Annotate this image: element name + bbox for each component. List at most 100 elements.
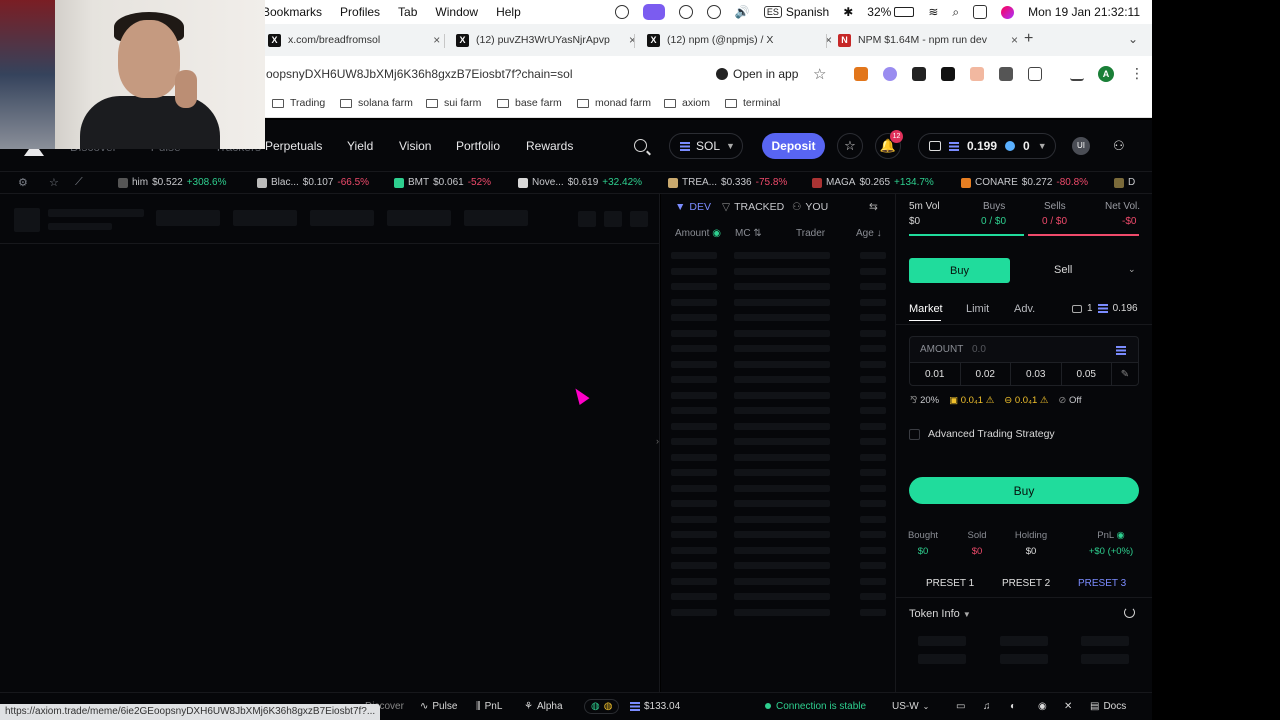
bookmark-monad-farm[interactable]: monad farm: [577, 97, 651, 109]
preset-amount-button[interactable]: 0.02: [961, 363, 1011, 385]
column-amount[interactable]: Amount ◉: [675, 228, 721, 239]
menu-window[interactable]: Window: [435, 5, 478, 19]
stat-pnl-label[interactable]: PnL ◉: [1076, 530, 1146, 541]
ticker-item[interactable]: him $0.522 +308.6%: [118, 177, 226, 188]
battery[interactable]: 32%: [867, 5, 915, 19]
preset-amount-button[interactable]: 0.05: [1062, 363, 1112, 385]
preset-tab-1[interactable]: PRESET 1: [926, 578, 974, 589]
deposit-button[interactable]: Deposit: [762, 133, 825, 159]
menu-profiles[interactable]: Profiles: [340, 5, 380, 19]
ticker-item[interactable]: MAGA $0.265 +134.7%: [812, 177, 934, 188]
chart-panel[interactable]: [0, 194, 660, 692]
user-avatar[interactable]: UI: [1072, 137, 1090, 155]
nav-portfolio[interactable]: Portfolio: [456, 139, 500, 153]
advanced-strategy-toggle[interactable]: Advanced Trading Strategy: [909, 428, 1055, 440]
extension-icon[interactable]: [999, 67, 1013, 81]
footer-pulse[interactable]: ∿ Pulse: [420, 701, 457, 712]
clock[interactable]: Mon 19 Jan 21:32:11: [1028, 5, 1140, 19]
x-social-icon[interactable]: ✕: [1064, 701, 1072, 712]
settings-gear-icon[interactable]: ⚙: [18, 176, 28, 189]
amount-input-box[interactable]: AMOUNT 0.0: [909, 336, 1139, 362]
siri-icon[interactable]: [1001, 5, 1015, 19]
bookmark-solana-farm[interactable]: solana farm: [340, 97, 413, 109]
layout-icon[interactable]: ▭: [956, 701, 965, 712]
extension-icon[interactable]: [970, 67, 984, 81]
tab-search-chevron-icon[interactable]: ⌄: [1128, 32, 1138, 46]
footer-quick-actions[interactable]: ◍ ◍: [584, 699, 620, 714]
checkbox[interactable]: [909, 428, 920, 440]
discord-icon[interactable]: ◉: [1038, 701, 1047, 712]
buy-button[interactable]: Buy: [909, 477, 1139, 504]
trending-chart-icon[interactable]: ⟋: [75, 176, 83, 189]
watchlist-star-icon[interactable]: ☆: [49, 176, 59, 189]
order-tab-limit[interactable]: Limit: [966, 303, 989, 315]
column-mc[interactable]: MC ⇅: [735, 228, 762, 239]
footer-alpha[interactable]: ⚘ Alpha: [524, 701, 563, 712]
nav-rewards[interactable]: Rewards: [526, 139, 573, 153]
address-input[interactable]: oopsnyDXH6UW8JbXMj6K36h8gxzB7Eiosbt7f?ch…: [266, 67, 573, 81]
preset-amount-button[interactable]: 0.03: [1011, 363, 1062, 385]
footer-balance[interactable]: $133.04: [630, 701, 680, 712]
preset-tab-3[interactable]: PRESET 3: [1078, 578, 1126, 589]
extension-icon[interactable]: [941, 67, 955, 81]
screen-record-icon[interactable]: [642, 4, 665, 20]
token-info-toggle[interactable]: Token Info ▼: [909, 608, 971, 620]
bell-icon[interactable]: ♫: [983, 701, 991, 712]
trade-settings-row[interactable]: ⅋ 20% ▣ 0.0₄1 ⚠ ⊖ 0.0₄1 ⚠ ⊘ Off: [910, 395, 1082, 406]
nav-perpetuals[interactable]: Perpetuals: [265, 139, 322, 153]
docs-link[interactable]: ▤ Docs: [1090, 701, 1126, 712]
tab-dev[interactable]: ▼ DEV: [675, 201, 711, 213]
close-icon[interactable]: ×: [433, 33, 440, 47]
metamask-extension-icon[interactable]: [854, 67, 868, 81]
ticker-item[interactable]: TREA... $0.336 -75.8%: [668, 177, 787, 188]
spotlight-icon[interactable]: ⌕: [952, 5, 959, 20]
bookmark-star-icon[interactable]: ☆: [813, 65, 826, 83]
shield-icon[interactable]: [678, 5, 693, 19]
open-in-app-button[interactable]: Open in app: [716, 64, 798, 84]
bookmark-sui-farm[interactable]: sui farm: [426, 97, 481, 109]
account-icon[interactable]: ⚇: [1113, 138, 1125, 154]
chevron-down-icon[interactable]: ⌄: [1128, 264, 1136, 275]
column-age[interactable]: Age ↓: [856, 228, 882, 239]
tab-3[interactable]: X (12) npm (@npmjs) / X ×: [647, 28, 832, 52]
info-icon[interactable]: [706, 5, 721, 19]
edit-pencil-icon[interactable]: ✎: [1112, 363, 1138, 385]
nav-yield[interactable]: Yield: [347, 139, 373, 153]
order-tab-market[interactable]: Market: [909, 303, 943, 315]
extensions-puzzle-icon[interactable]: [1028, 67, 1042, 81]
collapse-panel-chevron-icon[interactable]: ›: [656, 436, 659, 446]
wifi-icon[interactable]: ≋: [928, 5, 938, 19]
watchlist-star-icon[interactable]: ☆: [837, 133, 863, 159]
ticker-item[interactable]: Blac... $0.107 -66.5%: [257, 177, 369, 188]
extension-icon[interactable]: [883, 67, 897, 81]
tab-4[interactable]: N NPM $1.64M - npm run dev ×: [838, 28, 1018, 52]
menu-help[interactable]: Help: [496, 5, 521, 19]
nav-vision[interactable]: Vision: [399, 139, 431, 153]
bookmark-axiom[interactable]: axiom: [664, 97, 710, 109]
wallet-selector[interactable]: 0.199 0 ▼: [918, 133, 1056, 159]
ticker-item[interactable]: Nove... $0.619 +32.42%: [518, 177, 642, 188]
order-tab-adv[interactable]: Adv.: [1014, 303, 1035, 315]
search-icon[interactable]: [634, 139, 647, 152]
chain-selector[interactable]: SOL ▼: [669, 133, 743, 159]
sync-icon[interactable]: [614, 5, 629, 19]
input-source[interactable]: ES Spanish: [763, 5, 829, 19]
ticker-item[interactable]: D: [1114, 177, 1135, 188]
volume-icon[interactable]: 🔊: [735, 5, 750, 19]
tab-2[interactable]: X (12) puvZH3WrUYasNjrApvp ×: [456, 28, 636, 52]
palette-icon[interactable]: ◐: [1010, 701, 1016, 712]
extension-icon[interactable]: [912, 67, 926, 81]
bookmark-base-farm[interactable]: base farm: [497, 97, 562, 109]
tab-tracked[interactable]: ▽ TRACKED: [722, 201, 784, 213]
close-icon[interactable]: ×: [1011, 33, 1018, 47]
amount-input[interactable]: 0.0: [972, 344, 986, 355]
bookmark-terminal[interactable]: terminal: [725, 97, 780, 109]
preset-tab-2[interactable]: PRESET 2: [1002, 578, 1050, 589]
new-tab-button[interactable]: +: [1024, 30, 1033, 48]
footer-pnl[interactable]: ⫼ PnL: [476, 701, 502, 712]
preset-amount-button[interactable]: 0.01: [910, 363, 961, 385]
control-center-icon[interactable]: [973, 5, 988, 19]
connection-status[interactable]: Connection is stable: [765, 698, 866, 714]
tab-1[interactable]: X x.com/breadfromsol ×: [268, 28, 440, 52]
tab-you[interactable]: ⚇ YOU: [792, 201, 828, 213]
